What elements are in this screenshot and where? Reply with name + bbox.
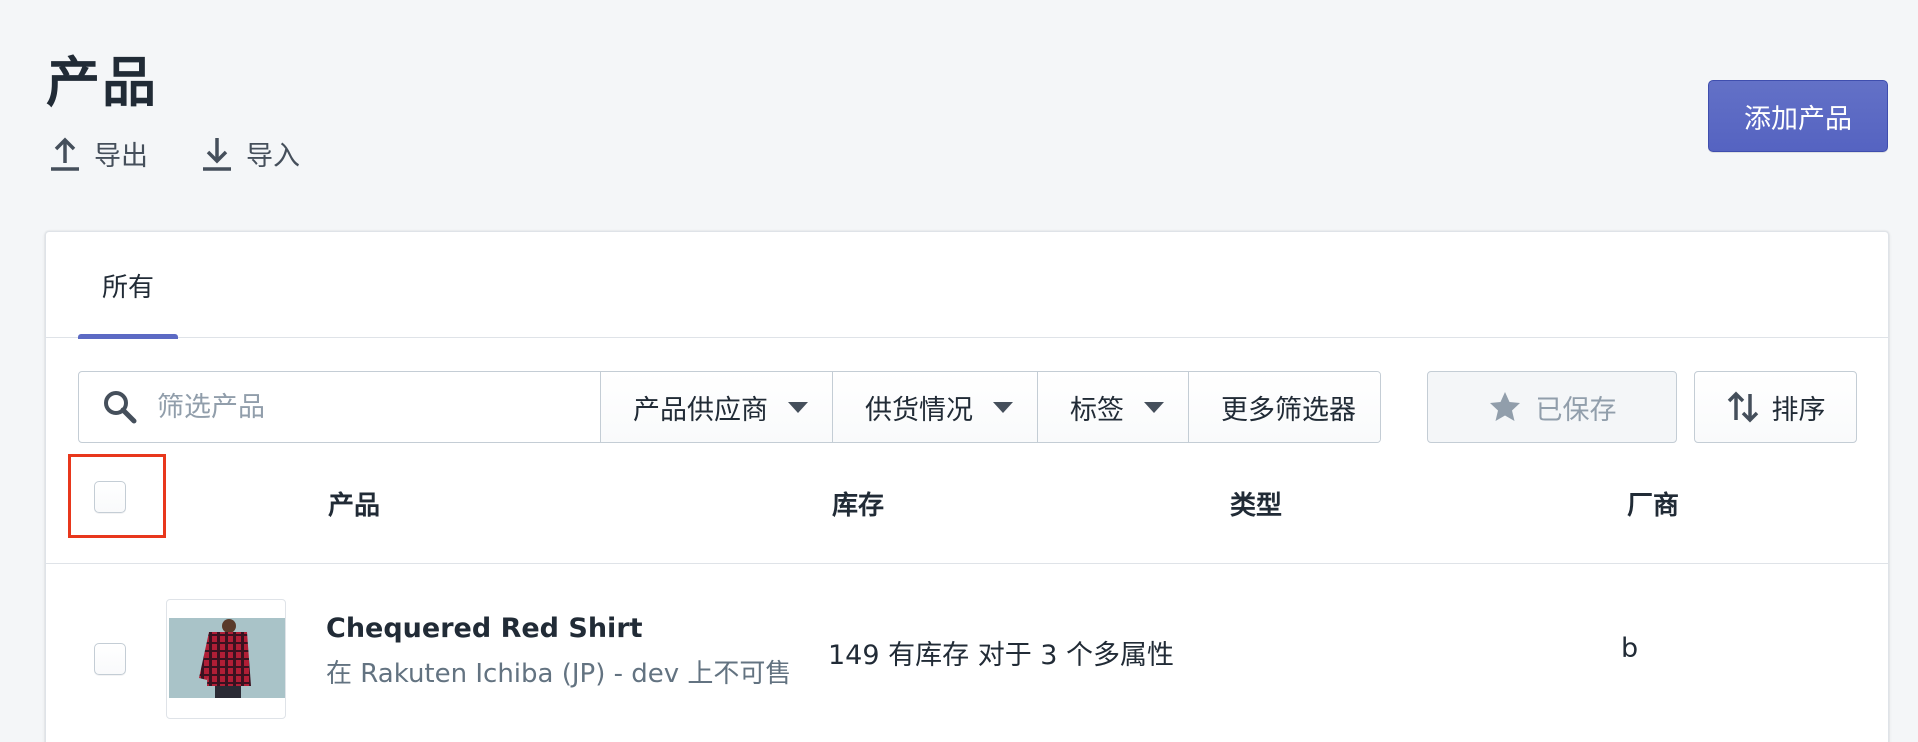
page-title: 产品 <box>46 51 158 114</box>
product-image <box>169 618 285 698</box>
filter-group: 产品供应商 供货情况 标签 更多筛选器 <box>78 371 1381 443</box>
sort-icon <box>1727 391 1758 423</box>
tab-bar: 所有 <box>46 232 1888 339</box>
availability-filter-label: 供货情况 <box>865 394 973 426</box>
column-header-type[interactable]: 类型 <box>1230 485 1282 522</box>
vendor-filter-label: 产品供应商 <box>633 394 768 426</box>
product-vendor: b <box>1621 633 1639 664</box>
import-label: 导入 <box>246 141 300 172</box>
row-checkbox[interactable] <box>94 643 126 675</box>
table-header-row: 产品 库存 类型 厂商 <box>46 454 1888 564</box>
chevron-down-icon <box>788 401 808 413</box>
export-icon <box>51 137 79 171</box>
product-thumbnail[interactable] <box>166 599 286 719</box>
availability-filter-dropdown[interactable]: 供货情况 <box>833 372 1038 442</box>
chevron-down-icon <box>993 401 1013 413</box>
search-field[interactable] <box>79 372 601 442</box>
product-name-link[interactable]: Chequered Red Shirt <box>326 613 643 644</box>
chevron-down-icon <box>1144 401 1164 413</box>
import-button[interactable]: 导入 <box>200 134 300 173</box>
tags-filter-label: 标签 <box>1070 394 1124 426</box>
more-filters-button[interactable]: 更多筛选器 <box>1189 372 1380 442</box>
filter-bar: 产品供应商 供货情况 标签 更多筛选器 <box>78 371 1381 443</box>
sort-button[interactable]: 排序 <box>1694 371 1857 443</box>
export-button[interactable]: 导出 <box>48 134 148 173</box>
column-header-vendor[interactable]: 厂商 <box>1627 485 1679 522</box>
import-icon <box>203 137 231 171</box>
products-card: 所有 产品供应商 供货情况 标签 <box>45 231 1889 742</box>
table-row[interactable]: Chequered Red Shirt 在 Rakuten Ichiba (JP… <box>46 565 1888 742</box>
search-icon <box>104 391 137 424</box>
product-availability: 在 Rakuten Ichiba (JP) - dev 上不可售 <box>326 659 792 689</box>
search-input[interactable] <box>157 391 577 423</box>
page-actions: 导出 导入 <box>48 134 300 173</box>
saved-button[interactable]: 已保存 <box>1427 371 1677 443</box>
select-all-checkbox[interactable] <box>94 481 126 513</box>
tab-all[interactable]: 所有 <box>78 232 178 339</box>
vendor-filter-dropdown[interactable]: 产品供应商 <box>601 372 833 442</box>
star-icon <box>1489 392 1520 421</box>
more-filters-label: 更多筛选器 <box>1221 394 1356 426</box>
sort-label: 排序 <box>1771 394 1826 426</box>
tags-filter-dropdown[interactable]: 标签 <box>1038 372 1189 442</box>
export-label: 导出 <box>94 141 148 172</box>
product-inventory: 149 有库存 对于 3 个多属性 <box>828 640 1175 671</box>
add-product-button[interactable]: 添加产品 <box>1708 80 1888 152</box>
saved-label: 已保存 <box>1535 394 1617 426</box>
column-header-product[interactable]: 产品 <box>328 485 380 522</box>
column-header-inventory[interactable]: 库存 <box>832 485 884 522</box>
